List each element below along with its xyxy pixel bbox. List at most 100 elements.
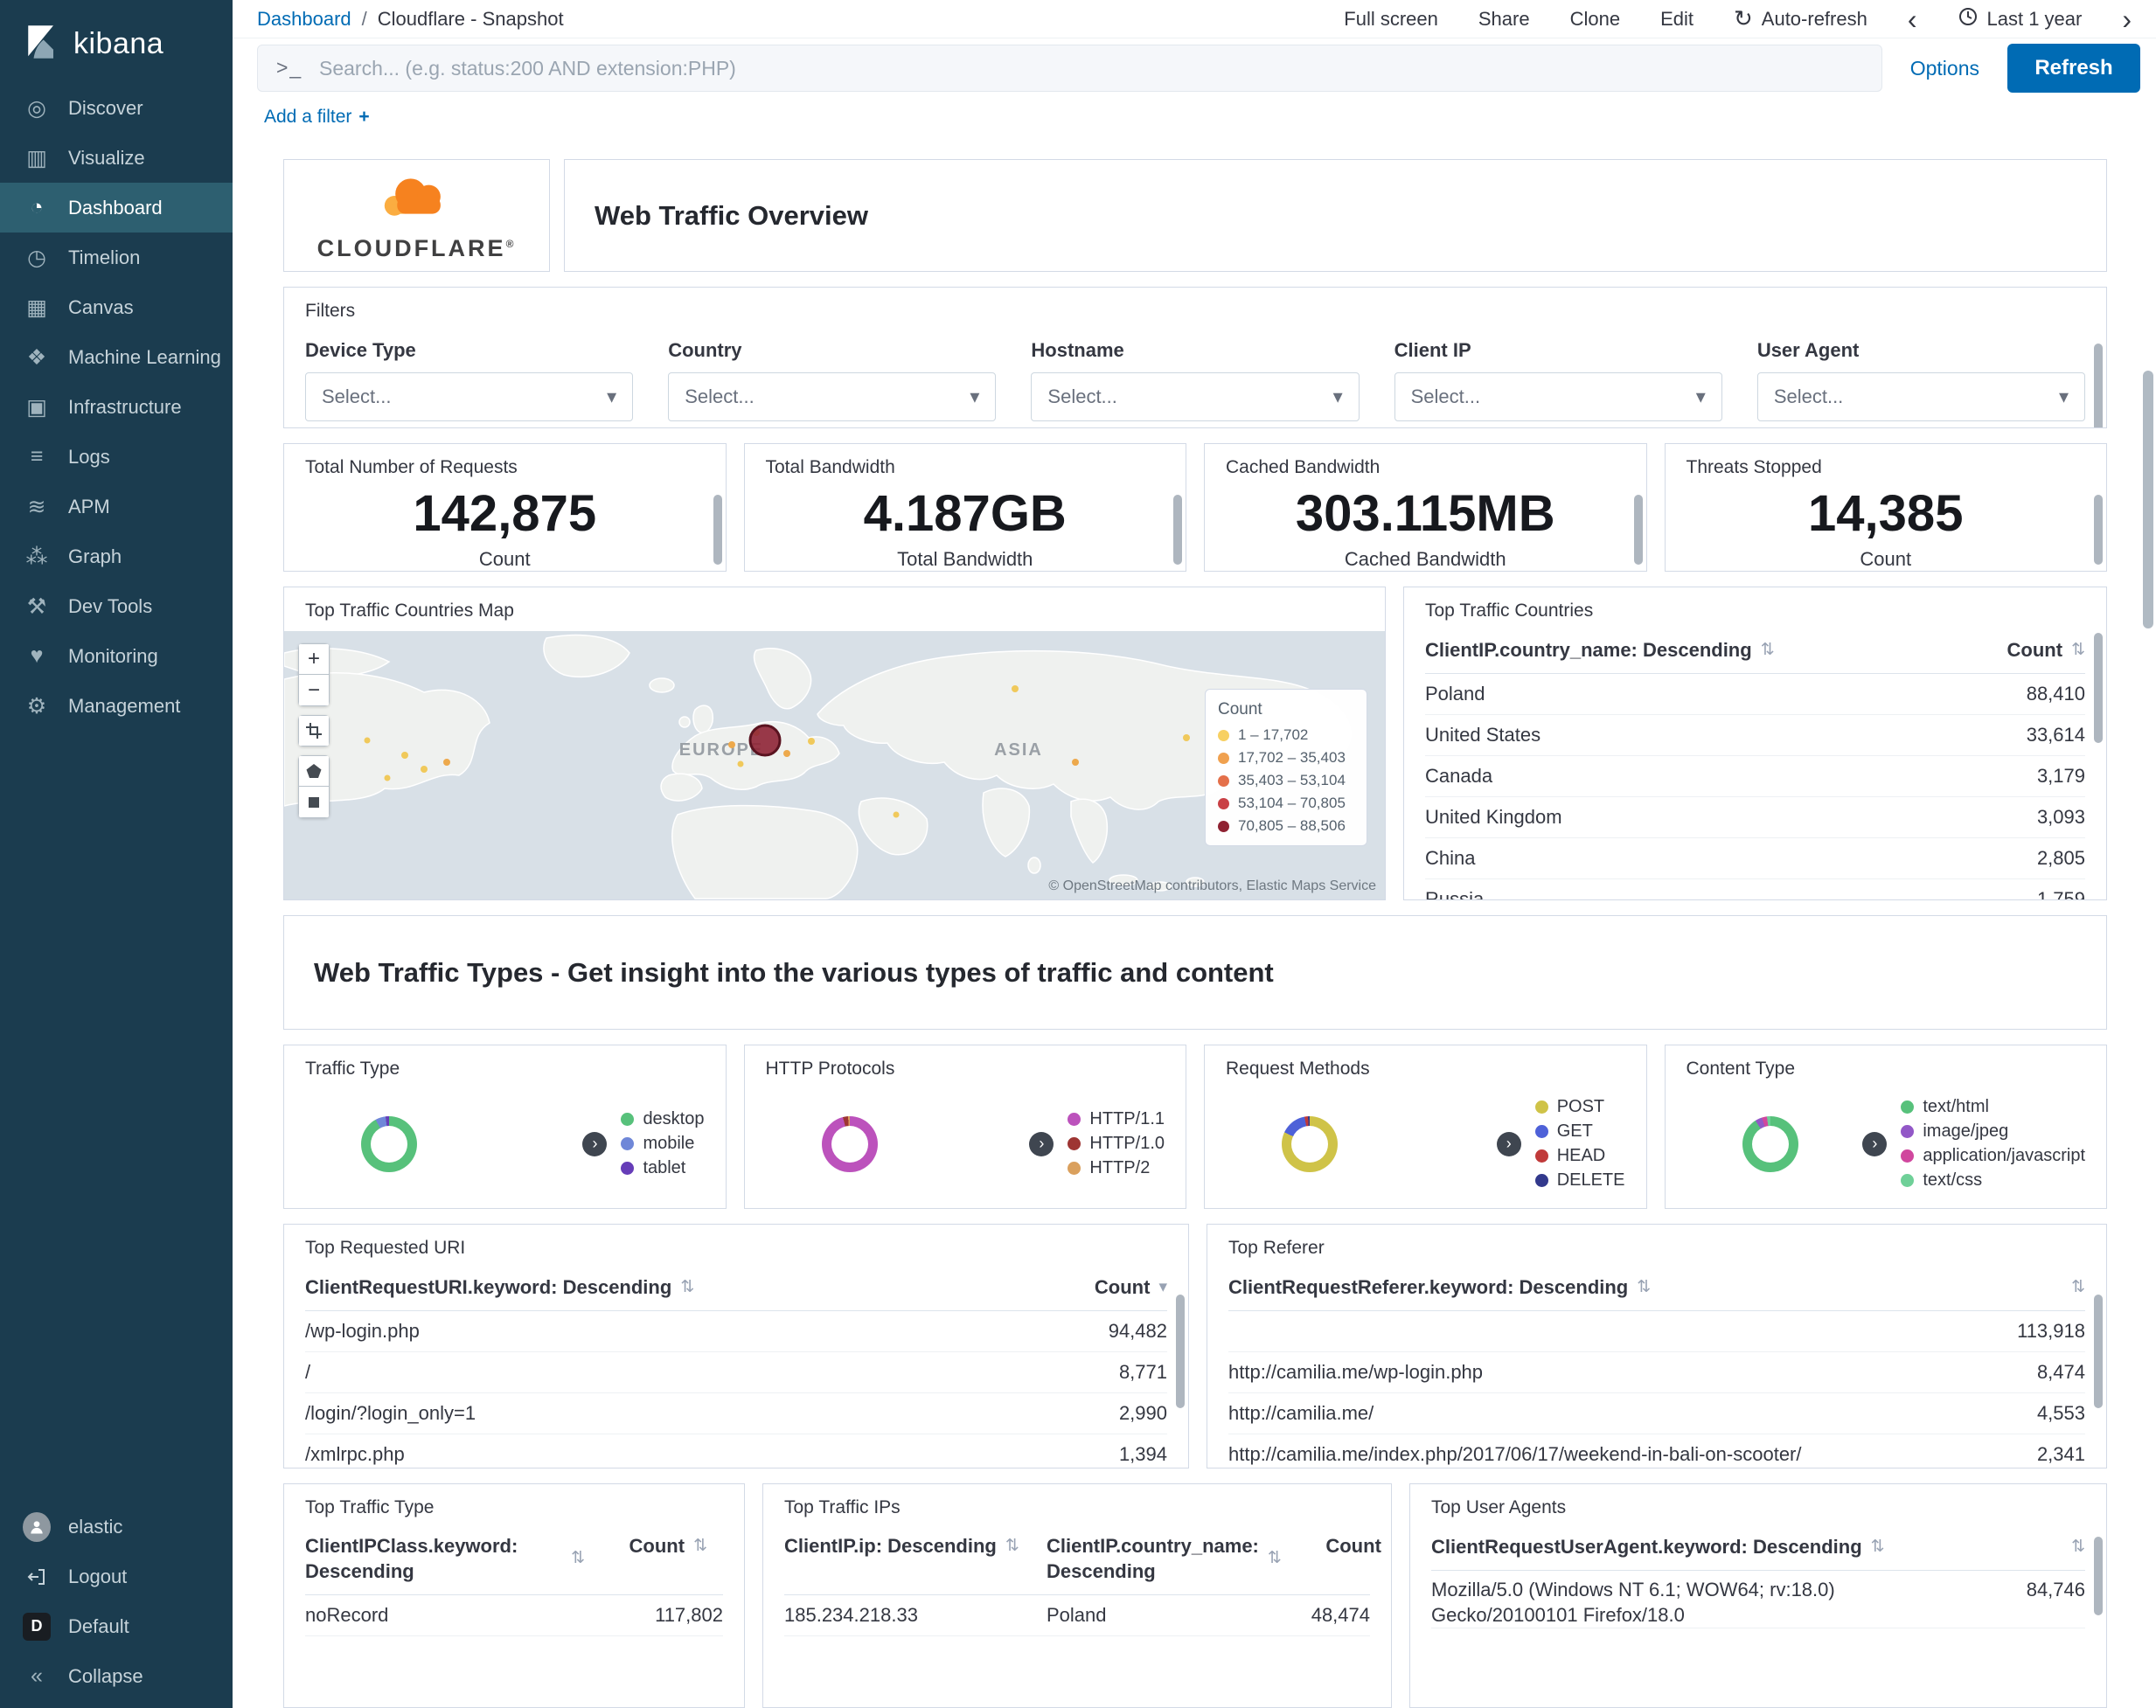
- time-picker-button[interactable]: Last 1 year: [1958, 6, 2082, 32]
- legend-item[interactable]: HEAD: [1534, 1146, 1625, 1166]
- column-header-country[interactable]: ClientIP.country_name: Descending ⇅: [1047, 1534, 1282, 1584]
- sidebar-item-machine-learning[interactable]: ❖ Machine Learning: [0, 332, 233, 382]
- scrollbar-thumb[interactable]: [2094, 344, 2103, 428]
- zoom-in-button[interactable]: +: [298, 643, 330, 676]
- column-header-count[interactable]: Count ▾: [1019, 1275, 1167, 1301]
- zoom-out-button[interactable]: −: [298, 675, 330, 707]
- crop-tool-button[interactable]: [298, 715, 330, 747]
- sidebar-item-collapse[interactable]: « Collapse: [0, 1651, 233, 1701]
- map-bubble-poland[interactable]: [748, 724, 782, 757]
- legend-item[interactable]: text/css: [1901, 1170, 2085, 1191]
- column-header-count[interactable]: ⇅: [1963, 1537, 2085, 1559]
- scrollbar-thumb[interactable]: [2094, 495, 2103, 566]
- kibana-logo[interactable]: kibana: [0, 0, 233, 83]
- request-methods-donut-chart[interactable]: [1282, 1115, 1338, 1172]
- legend-item[interactable]: image/jpeg: [1901, 1121, 2085, 1142]
- scrollbar-thumb[interactable]: [1633, 495, 1643, 566]
- scrollbar-thumb[interactable]: [2094, 1295, 2103, 1409]
- rectangle-tool-button[interactable]: [298, 787, 330, 819]
- legend-item[interactable]: HTTP/1.0: [1068, 1134, 1165, 1154]
- search-input[interactable]: [257, 45, 1882, 92]
- sidebar-item-apm[interactable]: ≋ APM: [0, 482, 233, 531]
- options-link[interactable]: Options: [1910, 57, 1979, 80]
- time-forward-button[interactable]: ›: [2122, 5, 2132, 33]
- refresh-button[interactable]: Refresh: [2007, 44, 2140, 93]
- scrollbar-thumb[interactable]: [2094, 1537, 2103, 1616]
- scrollbar-thumb[interactable]: [2094, 633, 2103, 744]
- sidebar-item-label: Infrastructure: [68, 395, 182, 418]
- legend-item[interactable]: POST: [1534, 1097, 1625, 1117]
- sidebar-item-dashboard[interactable]: ◔ Dashboard: [0, 183, 233, 233]
- column-header-count[interactable]: Count⇅: [1937, 638, 2085, 663]
- scrollbar-thumb[interactable]: [1173, 495, 1182, 566]
- column-header-count[interactable]: Count⇅: [1282, 1534, 1391, 1559]
- legend-expand-button[interactable]: ›: [1029, 1131, 1054, 1156]
- legend-item[interactable]: application/javascript: [1901, 1146, 2085, 1166]
- column-header-count[interactable]: ⇅: [1937, 1277, 2085, 1299]
- legend-item[interactable]: mobile: [621, 1134, 704, 1154]
- column-header-country[interactable]: ClientIP.country_name: Descending ⇅: [1425, 638, 1937, 663]
- content-type-donut-chart[interactable]: [1742, 1115, 1798, 1172]
- map-canvas[interactable]: EUROPE ASIA + − Count 1 – 17,702 17,702 …: [284, 631, 1385, 900]
- sidebar-item-canvas[interactable]: ▦ Canvas: [0, 282, 233, 332]
- column-header-uri[interactable]: ClientRequestURI.keyword: Descending ⇅: [305, 1275, 1019, 1301]
- client-ip-select[interactable]: Select... ▾: [1394, 372, 1722, 422]
- full-screen-button[interactable]: Full screen: [1344, 8, 1438, 31]
- metric-label: Count: [1860, 548, 1912, 571]
- legend-item[interactable]: GET: [1534, 1121, 1625, 1142]
- device-type-select[interactable]: Select... ▾: [305, 372, 634, 422]
- legend-item[interactable]: HTTP/1.1: [1068, 1109, 1165, 1129]
- map-attribution[interactable]: © OpenStreetMap contributors, Elastic Ma…: [1048, 878, 1376, 894]
- scrollbar-thumb[interactable]: [713, 495, 722, 566]
- column-header-ip-class[interactable]: ClientIPClass.keyword: Descending ⇅: [305, 1534, 585, 1584]
- sidebar-item-elastic-user[interactable]: elastic: [0, 1502, 233, 1552]
- main-area: Dashboard / Cloudflare - Snapshot Full s…: [233, 0, 2156, 1708]
- legend-item[interactable]: DELETE: [1534, 1170, 1625, 1191]
- sidebar-item-logout[interactable]: Logout: [0, 1552, 233, 1601]
- filter-field-hostname: Hostname Select... ▾: [1031, 339, 1360, 422]
- column-header-referer[interactable]: ClientRequestReferer.keyword: Descending…: [1228, 1275, 1937, 1301]
- sidebar-item-logs[interactable]: ≡ Logs: [0, 432, 233, 482]
- sidebar-item-timelion[interactable]: ◷ Timelion: [0, 233, 233, 282]
- column-header-user-agent[interactable]: ClientRequestUserAgent.keyword: Descendi…: [1431, 1535, 1963, 1560]
- auto-refresh-button[interactable]: ↻ Auto-refresh: [1734, 5, 1867, 32]
- legend-expand-button[interactable]: ›: [1496, 1131, 1521, 1156]
- sidebar-item-space-default[interactable]: D Default: [0, 1601, 233, 1651]
- http-protocols-donut-chart[interactable]: [821, 1115, 878, 1172]
- sidebar-item-label: Visualize: [68, 146, 145, 169]
- legend-item[interactable]: HTTP/2: [1068, 1158, 1165, 1178]
- legend-item[interactable]: desktop: [621, 1109, 705, 1129]
- country-select[interactable]: Select... ▾: [668, 372, 997, 422]
- legend-item[interactable]: tablet: [621, 1158, 704, 1178]
- share-button[interactable]: Share: [1478, 8, 1530, 31]
- hostname-select[interactable]: Select... ▾: [1031, 372, 1360, 422]
- legend-color-dot: [1218, 820, 1229, 832]
- sidebar-item-graph[interactable]: ⁂ Graph: [0, 531, 233, 581]
- sidebar-item-visualize[interactable]: ▥ Visualize: [0, 133, 233, 183]
- column-header-client-ip[interactable]: ClientIP.ip: Descending ⇅: [784, 1534, 1047, 1559]
- sidebar-item-discover[interactable]: ◎ Discover: [0, 83, 233, 133]
- time-back-button[interactable]: ‹: [1908, 5, 1917, 33]
- sidebar-item-monitoring[interactable]: ♥ Monitoring: [0, 631, 233, 681]
- breadcrumb-dashboard-link[interactable]: Dashboard: [257, 8, 351, 31]
- legend-color-dot: [621, 1162, 635, 1176]
- user-agent-select[interactable]: Select... ▾: [1756, 372, 2086, 422]
- traffic-type-donut-chart[interactable]: [361, 1115, 417, 1172]
- legend-color-dot: [1901, 1174, 1915, 1188]
- filter-bar: Add a filter +: [233, 101, 2156, 140]
- legend-item[interactable]: text/html: [1901, 1097, 2085, 1117]
- clone-button[interactable]: Clone: [1570, 8, 1620, 31]
- sidebar-item-management[interactable]: ⚙ Management: [0, 681, 233, 731]
- add-filter-link[interactable]: Add a filter +: [264, 107, 370, 127]
- legend-expand-button[interactable]: ›: [1862, 1131, 1888, 1156]
- sidebar-item-dev-tools[interactable]: ⚒ Dev Tools: [0, 581, 233, 631]
- table-cell: 1,394: [1118, 1443, 1167, 1466]
- legend-expand-button[interactable]: ›: [582, 1131, 608, 1156]
- page-scrollbar[interactable]: [2143, 371, 2153, 628]
- edit-button[interactable]: Edit: [1660, 8, 1694, 31]
- sidebar-item-infrastructure[interactable]: ▣ Infrastructure: [0, 382, 233, 432]
- panel-cached-bandwidth: Cached Bandwidth 303.115MB Cached Bandwi…: [1204, 443, 1647, 573]
- column-header-count[interactable]: Count⇅: [585, 1534, 707, 1559]
- scrollbar-thumb[interactable]: [1176, 1295, 1185, 1409]
- polygon-tool-button[interactable]: [298, 755, 330, 788]
